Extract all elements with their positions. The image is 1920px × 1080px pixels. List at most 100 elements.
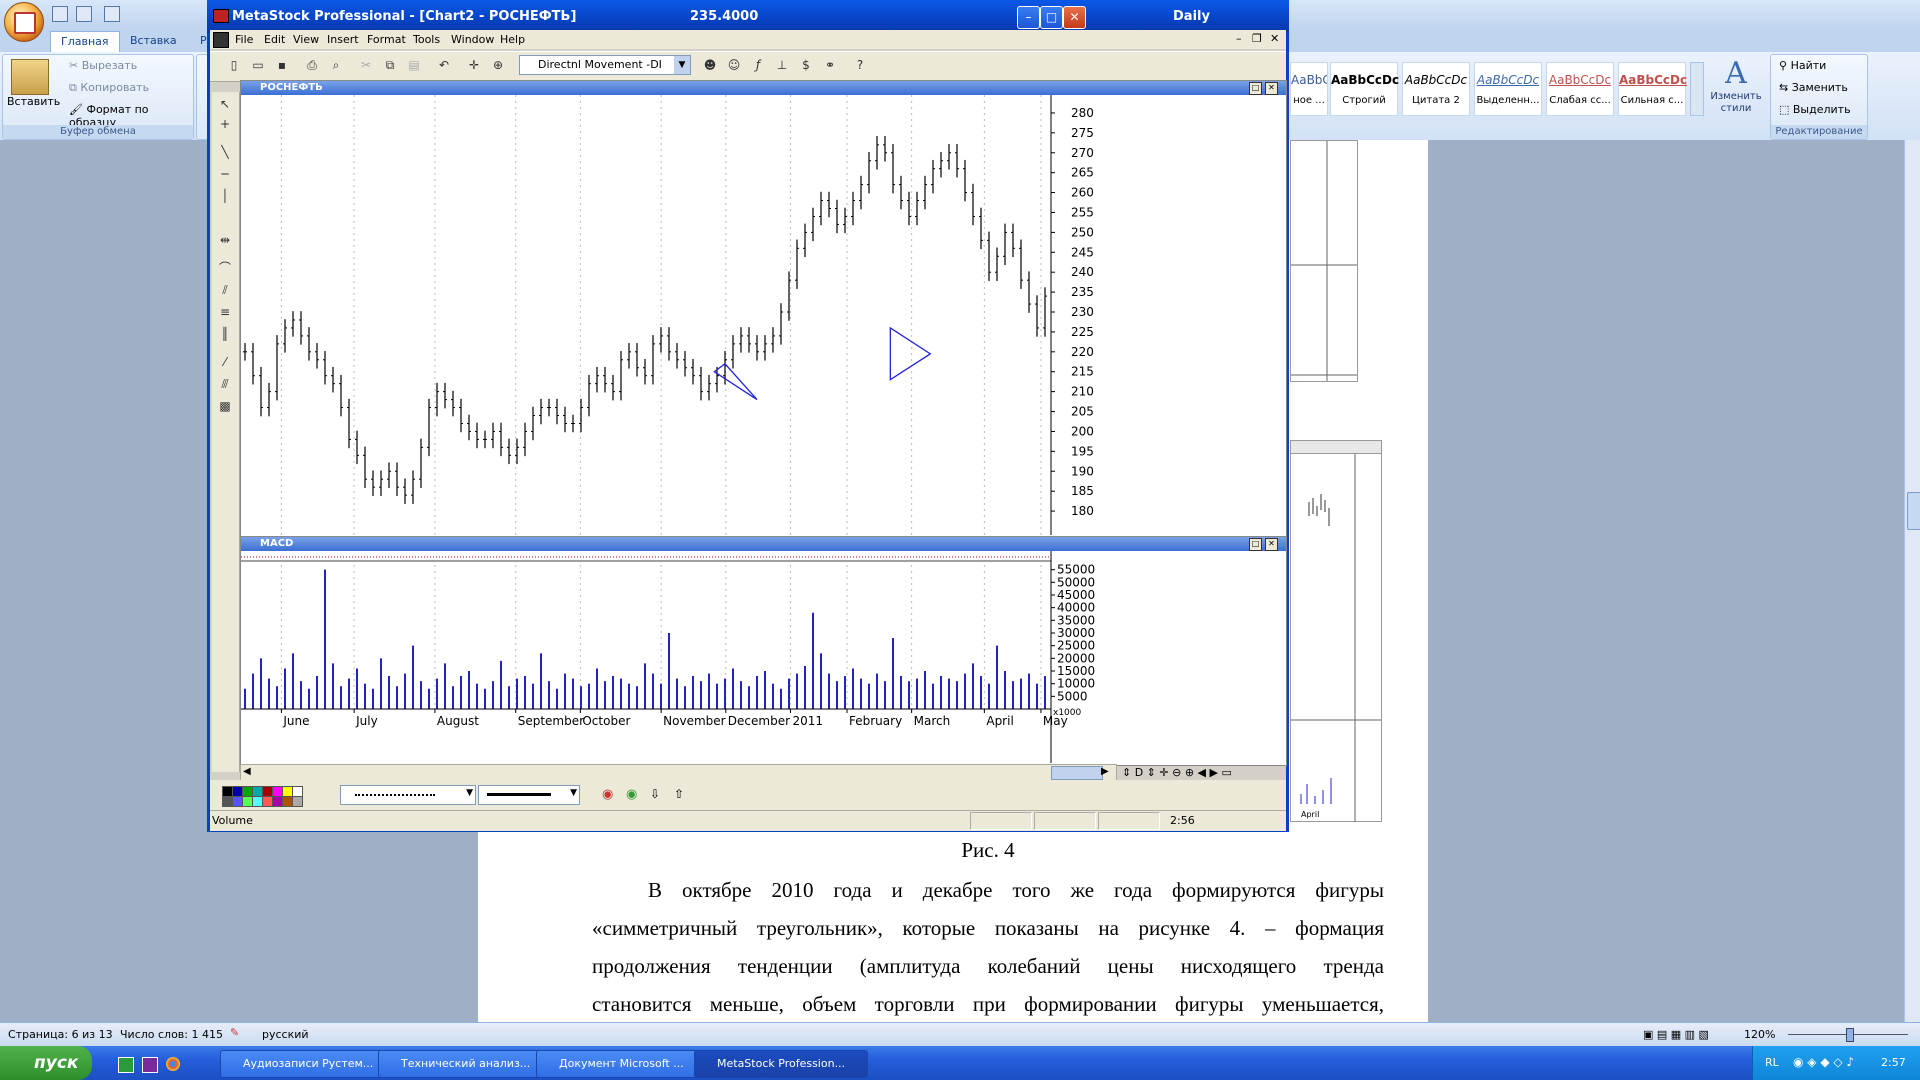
taskbar-item[interactable]: Документ Microsoft ... xyxy=(536,1050,710,1078)
menu-format[interactable]: Format xyxy=(367,33,406,46)
tray-icons[interactable]: ◉ ◈ ◆ ◇ ♪ xyxy=(1793,1055,1854,1069)
channel-icon[interactable]: ⁄ xyxy=(216,354,234,370)
volume-pane[interactable]: MACD □ ✕ 55000 50000 45000 40000 35000 30000 2… xyxy=(240,536,1287,766)
select-button[interactable]: ⬚ Выделить xyxy=(1779,103,1851,116)
horizontal-line-icon[interactable]: ─ xyxy=(216,166,234,182)
metastock-titlebar[interactable]: MetaStock Professional - [Chart2 - РОСНЕ… xyxy=(207,0,1289,33)
time-zones-icon[interactable]: ║ xyxy=(216,326,234,342)
maximize-button[interactable]: □ xyxy=(1040,6,1063,29)
scroll-left-icon[interactable]: ◀ xyxy=(243,766,251,777)
mdi-close-button[interactable]: ✕ xyxy=(1270,32,1279,45)
scroll-thumb[interactable] xyxy=(1907,492,1920,530)
save-icon[interactable] xyxy=(52,6,68,22)
price-pane-titlebar[interactable]: РОСНЕФТЬ □ ✕ xyxy=(241,81,1286,95)
menu-edit[interactable]: Edit xyxy=(264,33,285,46)
change-styles-button[interactable]: A Изменить стили xyxy=(1706,56,1766,115)
zoom-slider[interactable] xyxy=(1788,1028,1908,1042)
replace-button[interactable]: ⇆ Заменить xyxy=(1779,81,1848,94)
word-count[interactable]: Число слов: 1 415 xyxy=(120,1028,223,1041)
chevron-down-icon[interactable]: ▼ xyxy=(466,788,473,798)
undo-icon[interactable] xyxy=(76,6,92,22)
zoom-icon[interactable]: ⊕ xyxy=(490,57,506,73)
copy-icon[interactable]: ⧉ xyxy=(382,57,398,73)
style-subtle-ref[interactable]: AaBbCcDc Слабая сс... xyxy=(1546,62,1614,116)
speed-lines-icon[interactable]: ⫻ xyxy=(216,376,234,392)
explorer-icon[interactable]: ☺ xyxy=(726,57,742,73)
taskbar-item[interactable]: Технический анализ... xyxy=(378,1050,552,1078)
print-icon[interactable]: ⎙ xyxy=(304,57,320,73)
office-button[interactable] xyxy=(4,2,44,42)
color-wheel-icon[interactable]: ◉ xyxy=(626,787,637,802)
chrome-quicklaunch-icon[interactable] xyxy=(166,1057,180,1071)
color-palette[interactable] xyxy=(222,786,318,807)
menu-tools[interactable]: Tools xyxy=(413,33,440,46)
quicklaunch-icon[interactable] xyxy=(118,1057,134,1073)
chevron-down-icon[interactable]: ▼ xyxy=(570,788,577,798)
mdi-restore-button[interactable]: ❐ xyxy=(1252,32,1262,45)
open-icon[interactable]: ▭ xyxy=(250,57,266,73)
volume-pane-titlebar[interactable]: MACD □ ✕ xyxy=(241,537,1286,551)
style-intense-quote[interactable]: AaBbCcDc Выделенн... xyxy=(1474,62,1542,116)
cut-button[interactable]: ✂ Вырезать xyxy=(69,59,137,72)
quicklaunch-icon[interactable] xyxy=(142,1057,158,1073)
menu-window[interactable]: Window xyxy=(451,33,494,46)
cut-icon[interactable]: ✂ xyxy=(358,57,374,73)
tab-insert[interactable]: Вставка xyxy=(120,31,187,51)
color-swatch[interactable] xyxy=(292,796,303,807)
arc-icon[interactable]: ⌒ xyxy=(216,260,234,276)
system-tester-icon[interactable]: ⊥ xyxy=(774,57,790,73)
scroll-right-icon[interactable]: ▶ xyxy=(1101,766,1109,777)
tab-home[interactable]: Главная xyxy=(50,31,120,52)
chevron-down-icon[interactable]: ▼ xyxy=(674,56,690,74)
chart-nav-buttons[interactable]: ⇕ D ⇕ ✛ ⊖ ⊕ ◀ ▶ ▭ xyxy=(1122,766,1232,779)
line-weight-select[interactable]: ▼ xyxy=(478,785,580,805)
line-style-select[interactable]: ▼ xyxy=(340,785,476,805)
dollar-icon[interactable]: $ xyxy=(798,57,814,73)
taskbar-item[interactable]: MetaStock Profession... xyxy=(694,1050,868,1078)
language[interactable]: русский xyxy=(262,1028,309,1041)
zoom-thumb[interactable] xyxy=(1846,1028,1854,1042)
indicator-select[interactable]: Directnl Movement -DI ▼ xyxy=(519,55,691,75)
menu-file[interactable]: File xyxy=(235,33,253,46)
view-buttons[interactable]: ▣ ▤ ▦ ▥ ▧ xyxy=(1643,1028,1709,1041)
style-normal[interactable]: AaBbCcDc ное ... xyxy=(1290,62,1328,116)
crosshair-icon[interactable]: ✛ xyxy=(466,57,482,73)
style-intense-ref[interactable]: AaBbCcDc Сильная с... xyxy=(1618,62,1687,116)
help-pointer-icon[interactable]: ? xyxy=(852,57,868,73)
new-icon[interactable]: ▯ xyxy=(226,57,242,73)
start-button[interactable]: пуск xyxy=(0,1046,92,1080)
pointer-icon[interactable]: ↖ xyxy=(216,96,234,112)
save-icon[interactable]: ▪ xyxy=(274,57,290,73)
paste-icon[interactable]: ▤ xyxy=(406,57,422,73)
crosshair-tool-icon[interactable]: + xyxy=(216,116,234,132)
vertical-line-icon[interactable]: │ xyxy=(216,188,234,204)
style-quote2[interactable]: AaBbCcDc Цитата 2 xyxy=(1402,62,1470,116)
export-icon[interactable]: ⇩ xyxy=(650,787,660,801)
redo-icon[interactable] xyxy=(104,6,120,22)
print-preview-icon[interactable]: ⌕ xyxy=(328,57,344,73)
document-scrollbar[interactable] xyxy=(1904,140,1920,1022)
undo-icon[interactable]: ↶ xyxy=(436,57,452,73)
paste-button[interactable]: Вставить xyxy=(7,95,60,108)
styles-scroll[interactable] xyxy=(1690,62,1704,116)
copy-button[interactable]: ⧉ Копировать xyxy=(69,81,149,95)
import-icon[interactable]: ⇧ xyxy=(674,787,684,801)
language-indicator[interactable]: RL xyxy=(1765,1056,1779,1069)
gann-grid-icon[interactable]: ▩ xyxy=(216,398,234,414)
trendline-icon[interactable]: ╲ xyxy=(216,144,234,160)
pane-close-button[interactable]: ✕ xyxy=(1265,82,1278,95)
page-count[interactable]: Страница: 6 из 13 xyxy=(8,1028,113,1041)
find-button[interactable]: ⚲ Найти xyxy=(1779,59,1826,72)
pane-close-button[interactable]: ✕ xyxy=(1265,538,1278,551)
expert-icon[interactable]: ☻ xyxy=(702,57,718,73)
proofing-icon[interactable]: ✎ xyxy=(230,1026,239,1039)
price-pane[interactable]: РОСНЕФТЬ □ ✕ 280 275 270 265 260 255 250 245 240… xyxy=(240,80,1287,538)
binoculars-icon[interactable]: ⚭ xyxy=(822,57,838,73)
pane-maximize-button[interactable]: □ xyxy=(1249,82,1262,95)
cycle-icon[interactable]: ⇹ xyxy=(216,232,234,248)
pane-maximize-button[interactable]: □ xyxy=(1249,538,1262,551)
menu-insert[interactable]: Insert xyxy=(327,33,359,46)
minimize-button[interactable]: – xyxy=(1017,6,1040,29)
close-button[interactable]: ✕ xyxy=(1063,6,1086,29)
zoom-level[interactable]: 120% xyxy=(1744,1028,1775,1041)
